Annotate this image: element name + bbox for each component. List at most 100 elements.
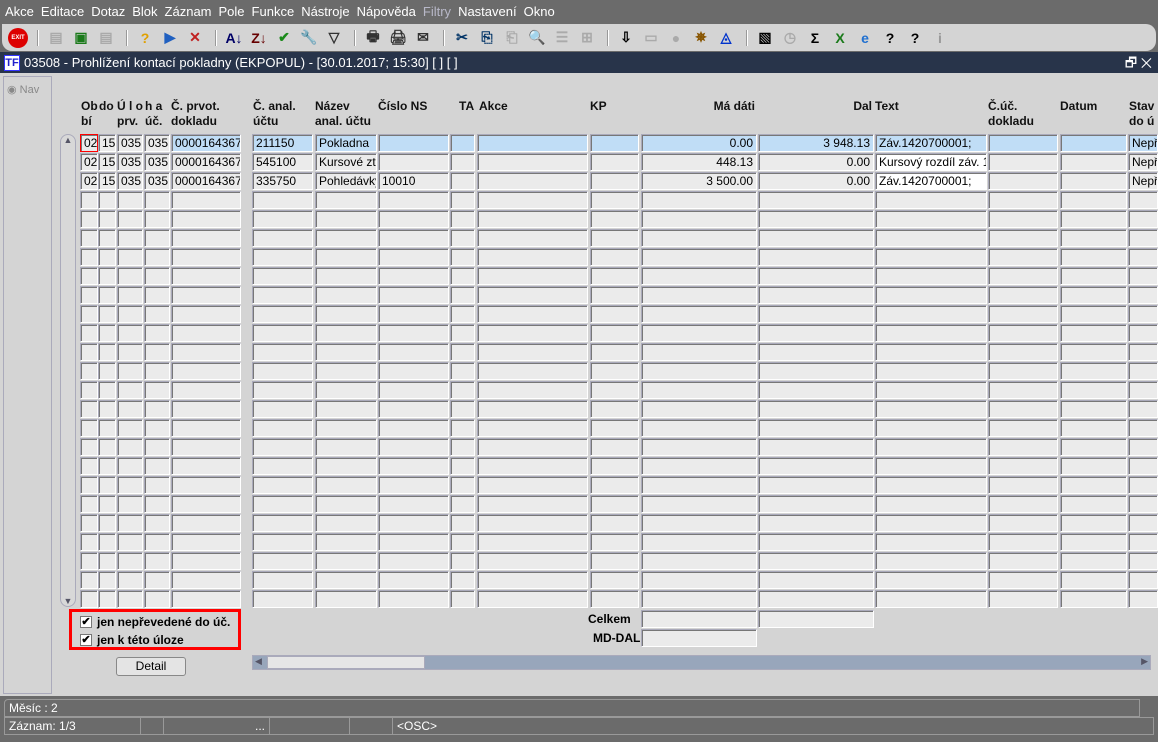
grid-cell[interactable]	[252, 381, 313, 399]
menu-nápověda[interactable]: Nápověda	[357, 4, 416, 19]
grid-cell[interactable]	[171, 400, 241, 418]
grid-cell[interactable]	[378, 571, 449, 589]
menu-funkce[interactable]: Funkce	[252, 4, 295, 19]
grid-cell[interactable]	[590, 514, 639, 532]
grid-cell[interactable]	[988, 495, 1058, 513]
checkbox-jen-k-teto-uloze[interactable]: ✔ jen k této úloze	[80, 633, 184, 647]
grid-cell[interactable]	[641, 495, 757, 513]
grid-cell[interactable]	[1060, 533, 1127, 551]
grid-cell[interactable]	[641, 267, 757, 285]
grid-cell[interactable]	[641, 457, 757, 475]
grid-cell[interactable]	[171, 514, 241, 532]
grid-cell[interactable]: Nepř	[1128, 134, 1158, 152]
detail-button[interactable]: Detail	[116, 657, 186, 676]
grid-cell[interactable]	[477, 343, 588, 361]
grid-cell[interactable]	[450, 267, 475, 285]
grid-cell[interactable]	[758, 381, 874, 399]
grid-cell[interactable]	[1060, 153, 1127, 171]
grid-cell[interactable]	[875, 286, 987, 304]
checkbox-checked-icon[interactable]: ✔	[80, 616, 92, 628]
grid-cell[interactable]	[144, 248, 170, 266]
grid-cell[interactable]	[450, 305, 475, 323]
grid-cell[interactable]	[988, 191, 1058, 209]
grid-cell[interactable]	[758, 343, 874, 361]
grid-cell[interactable]	[315, 533, 377, 551]
grid-cell[interactable]	[315, 514, 377, 532]
grid-cell[interactable]	[875, 571, 987, 589]
grid-cell[interactable]	[477, 419, 588, 437]
grid-cell[interactable]	[988, 552, 1058, 570]
grid-cell[interactable]	[1060, 286, 1127, 304]
grid-cell[interactable]	[988, 324, 1058, 342]
grid-cell[interactable]: 035	[144, 172, 170, 190]
grid-cell[interactable]	[988, 419, 1058, 437]
grid-cell[interactable]	[590, 590, 639, 608]
grid-cell[interactable]	[988, 533, 1058, 551]
grid-cell[interactable]	[144, 362, 170, 380]
grid-cell[interactable]	[590, 343, 639, 361]
grid-cell[interactable]	[477, 362, 588, 380]
grid-cell[interactable]	[758, 210, 874, 228]
grid-cell[interactable]	[144, 210, 170, 228]
grid-cell[interactable]	[875, 381, 987, 399]
grid-cell[interactable]	[98, 324, 116, 342]
grid-cell[interactable]	[171, 457, 241, 475]
grid-cell[interactable]	[988, 172, 1058, 190]
grid-cell[interactable]	[144, 457, 170, 475]
grid-cell[interactable]	[315, 267, 377, 285]
grid-cell[interactable]	[1060, 210, 1127, 228]
grid-cell[interactable]	[98, 419, 116, 437]
menu-záznam[interactable]: Záznam	[165, 4, 212, 19]
grid-cell[interactable]	[315, 191, 377, 209]
grid-cell[interactable]	[477, 381, 588, 399]
grid-cell[interactable]	[80, 533, 98, 551]
grid-cell[interactable]	[171, 324, 241, 342]
grid-cell[interactable]: 035	[144, 134, 170, 152]
grid-cell[interactable]	[1128, 381, 1158, 399]
grid-cell[interactable]	[378, 210, 449, 228]
execute-query-icon[interactable]: ▶	[159, 28, 181, 48]
radio-icon[interactable]: ◉	[7, 84, 17, 96]
grid-cell[interactable]	[1060, 590, 1127, 608]
grid-cell[interactable]	[1128, 362, 1158, 380]
grid-cell[interactable]	[252, 324, 313, 342]
grid-cell[interactable]	[144, 286, 170, 304]
grid-cell[interactable]	[450, 381, 475, 399]
scroll-down-icon[interactable]: ▼	[61, 596, 75, 606]
grid-cell[interactable]	[171, 362, 241, 380]
grid-cell[interactable]	[252, 210, 313, 228]
sort-descending-icon[interactable]: Z↓	[248, 28, 270, 48]
grid-cell[interactable]	[1060, 191, 1127, 209]
grid-cell[interactable]	[450, 153, 475, 171]
print-icon[interactable]: 🖶	[362, 28, 384, 48]
grid-cell[interactable]	[80, 210, 98, 228]
grid-cell[interactable]	[144, 324, 170, 342]
delete-record-icon[interactable]: ▤	[95, 28, 117, 48]
grid-cell[interactable]: 0000164367	[171, 172, 241, 190]
grid-cell[interactable]	[590, 286, 639, 304]
grid-cell[interactable]	[641, 476, 757, 494]
grid-cell[interactable]	[1128, 324, 1158, 342]
grid-cell[interactable]	[450, 286, 475, 304]
grid-cell[interactable]: 15	[98, 153, 116, 171]
menu-nastavení[interactable]: Nastavení	[458, 4, 517, 19]
grid-cell[interactable]	[315, 305, 377, 323]
grid-cell[interactable]: Pohledávky	[315, 172, 377, 190]
grid-cell[interactable]	[144, 571, 170, 589]
grid-cell[interactable]	[98, 267, 116, 285]
grid-cell[interactable]	[252, 552, 313, 570]
grid-cell[interactable]	[144, 533, 170, 551]
grid-cell[interactable]	[450, 191, 475, 209]
grid-cell[interactable]	[98, 210, 116, 228]
grid-cell[interactable]: 15	[98, 134, 116, 152]
grid-cell[interactable]	[758, 267, 874, 285]
grid-cell[interactable]	[875, 552, 987, 570]
restore-icon[interactable]: 🗗	[1125, 55, 1137, 70]
grid-cell[interactable]	[758, 248, 874, 266]
grid-cell[interactable]	[758, 362, 874, 380]
scroll-right-icon[interactable]: ▶	[1141, 656, 1148, 667]
grid-cell[interactable]: 211150	[252, 134, 313, 152]
grid-cell[interactable]	[590, 571, 639, 589]
grid-cell[interactable]	[641, 362, 757, 380]
grid-cell[interactable]	[1060, 305, 1127, 323]
